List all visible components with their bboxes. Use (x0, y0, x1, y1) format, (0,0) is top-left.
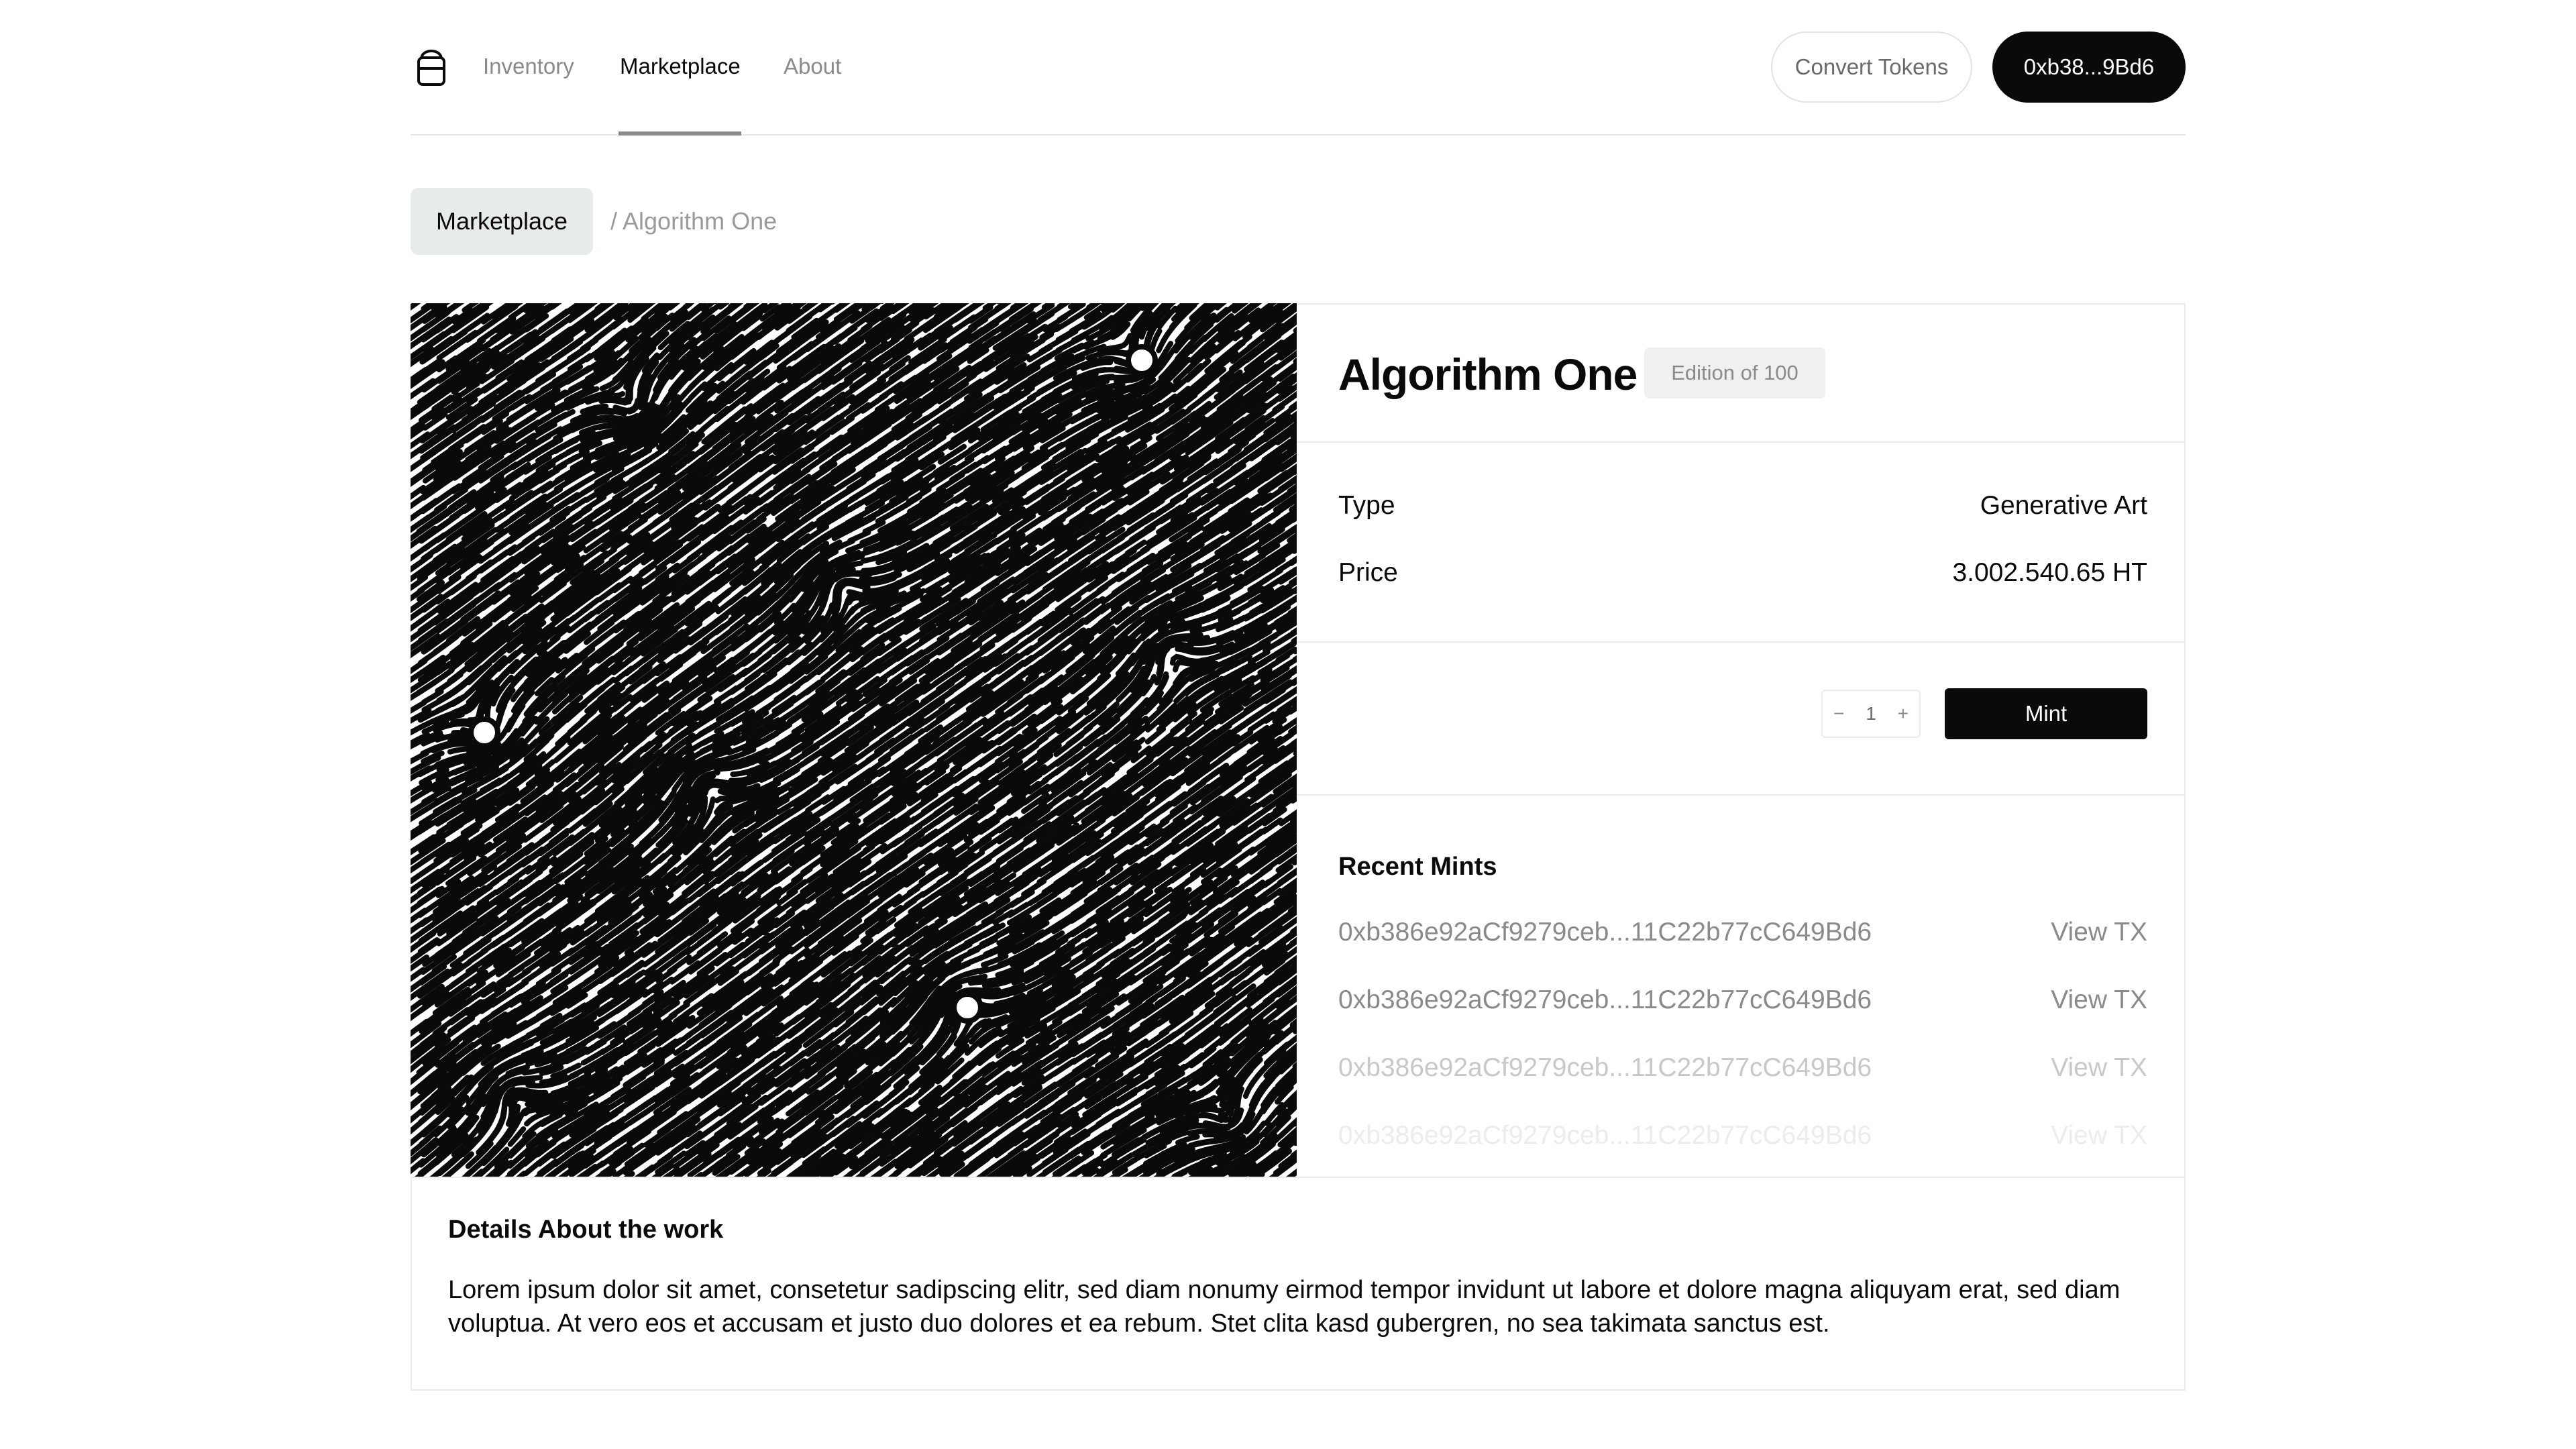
details-section: Details About the work Lorem ipsum dolor… (411, 1177, 2186, 1391)
mint-tx-hash: 0xb386e92aCf9279ceb...11C22b77cC649Bd6 (1338, 918, 1872, 947)
increment-button[interactable]: + (1898, 703, 1909, 724)
nav-link-marketplace[interactable]: Marketplace (620, 52, 741, 80)
active-tab-underline (619, 131, 741, 136)
artwork-image (411, 303, 1297, 1177)
breadcrumb-current: / Algorithm One (610, 207, 777, 235)
list-item: 0xb386e92aCf9279ceb...11C22b77cC649Bd6 V… (1338, 916, 2147, 950)
quantity-stepper: − 1 + (1821, 690, 1921, 738)
quantity-value: 1 (1866, 703, 1876, 724)
divider (1297, 441, 2186, 443)
price-label: Price (1338, 558, 1398, 587)
recent-mints-heading: Recent Mints (1338, 853, 1497, 881)
maze-pattern-icon (411, 303, 1297, 1177)
details-description: Lorem ipsum dolor sit amet, consetetur s… (448, 1276, 2121, 1338)
type-value: Generative Art (1980, 491, 2147, 520)
convert-tokens-button[interactable]: Convert Tokens (1771, 32, 1972, 103)
view-tx-link[interactable]: View TX (2051, 984, 2147, 1016)
breadcrumb-marketplace[interactable]: Marketplace (411, 188, 593, 255)
item-title: Algorithm One (1338, 350, 1638, 399)
top-nav: Inventory Marketplace About Convert Toke… (411, 0, 2186, 136)
view-tx-link[interactable]: View TX (2051, 1120, 2147, 1146)
edition-badge: Edition of 100 (1644, 347, 1825, 398)
view-tx-link[interactable]: View TX (2051, 916, 2147, 949)
bag-logo-icon[interactable] (416, 44, 447, 87)
mint-tx-hash: 0xb386e92aCf9279ceb...11C22b77cC649Bd6 (1338, 985, 1872, 1014)
list-item: 0xb386e92aCf9279ceb...11C22b77cC649Bd6 V… (1338, 984, 2147, 1018)
wallet-address-button[interactable]: 0xb38...9Bd6 (1992, 32, 2186, 103)
divider (1297, 641, 2186, 643)
view-tx-link[interactable]: View TX (2051, 1052, 2147, 1084)
type-label: Type (1338, 491, 1395, 520)
nav-link-inventory[interactable]: Inventory (483, 52, 574, 80)
list-item: 0xb386e92aCf9279ceb...11C22b77cC649Bd6 V… (1338, 1120, 2147, 1146)
mint-tx-hash: 0xb386e92aCf9279ceb...11C22b77cC649Bd6 (1338, 1121, 1872, 1146)
decrement-button[interactable]: − (1833, 703, 1844, 724)
item-info-panel: Algorithm One Edition of 100 Type Genera… (1297, 303, 2186, 1177)
divider (1297, 794, 2186, 796)
list-item: 0xb386e92aCf9279ceb...11C22b77cC649Bd6 V… (1338, 1052, 2147, 1085)
page: Inventory Marketplace About Convert Toke… (411, 0, 2186, 1449)
mint-tx-hash: 0xb386e92aCf9279ceb...11C22b77cC649Bd6 (1338, 1053, 1872, 1082)
mint-button[interactable]: Mint (1945, 688, 2147, 739)
details-heading: Details About the work (448, 1216, 724, 1244)
price-value: 3.002.540.65 HT (1952, 558, 2147, 587)
nav-link-about[interactable]: About (784, 52, 841, 80)
